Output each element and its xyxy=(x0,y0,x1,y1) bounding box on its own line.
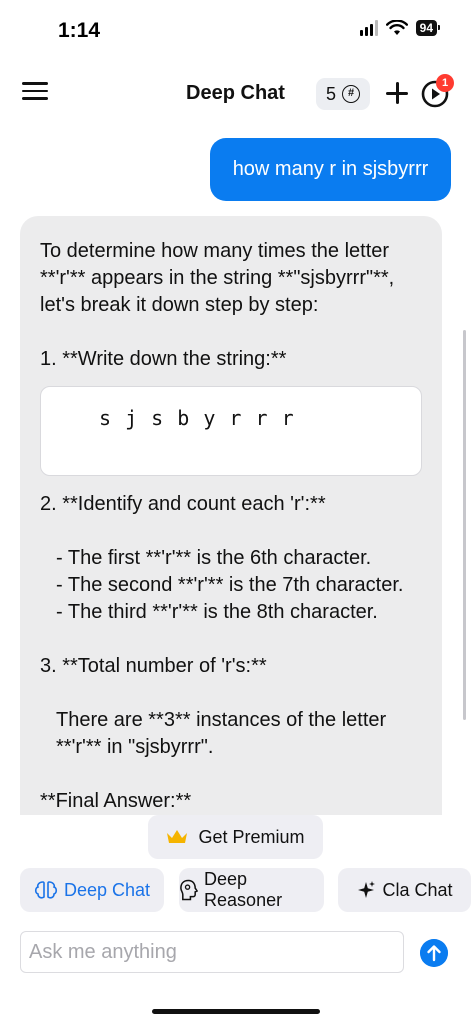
status-icons: 94 xyxy=(359,20,441,36)
code-text: s j s b y r r r xyxy=(99,406,295,430)
signal-icon xyxy=(359,20,378,36)
assistant-bullet-3: - The third **'r'** is the 8th character… xyxy=(56,601,378,623)
wifi-icon xyxy=(385,20,408,35)
assistant-step-2: 2. **Identify and count each 'r':** xyxy=(40,493,326,515)
mode-deep-chat-button[interactable]: Deep Chat xyxy=(20,868,164,912)
scrollbar[interactable] xyxy=(463,330,466,720)
app-header: Deep Chat 5 # 1 xyxy=(0,66,471,122)
assistant-intro: To determine how many times the letter *… xyxy=(40,240,400,316)
assistant-bullet-2: - The second **'r'** is the 7th characte… xyxy=(56,574,404,596)
hash-icon: # xyxy=(342,85,361,103)
assistant-message-bubble: To determine how many times the letter *… xyxy=(20,216,442,815)
assistant-final-answer: **Final Answer:** xyxy=(40,790,192,812)
message-input[interactable] xyxy=(20,931,404,973)
battery-indicator: 94 xyxy=(415,20,441,36)
code-block: s j s b y r r r xyxy=(40,386,422,476)
assistant-total: There are **3** instances of the letter … xyxy=(56,709,392,758)
user-message-text: how many r in sjsbyrrr xyxy=(232,158,429,180)
notification-badge: 1 xyxy=(436,74,454,92)
mode-cla-chat-button[interactable]: Cla Chat xyxy=(338,868,471,912)
send-button[interactable] xyxy=(420,939,448,967)
get-premium-label: Get Premium xyxy=(198,826,305,847)
user-message-bubble: how many r in sjsbyrrr xyxy=(210,138,451,201)
status-time: 1:14 xyxy=(58,19,101,42)
head-icon xyxy=(180,879,199,901)
mode-deep-reasoner-button[interactable]: Deep Reasoner xyxy=(179,868,324,912)
mode-cla-chat-label: Cla Chat xyxy=(382,879,453,900)
credits-count: 5 xyxy=(326,83,337,104)
menu-icon[interactable] xyxy=(22,82,48,102)
get-premium-button[interactable]: Get Premium xyxy=(148,815,323,859)
brain-icon xyxy=(34,881,58,899)
status-bar: 1:14 94 xyxy=(0,0,471,60)
new-chat-icon[interactable] xyxy=(384,80,410,106)
assistant-step-3: 3. **Total number of 'r's:** xyxy=(40,655,267,677)
assistant-step-1: 1. **Write down the string:** xyxy=(40,348,287,370)
mode-deep-reasoner-label: Deep Reasoner xyxy=(204,869,283,910)
sparkle-icon xyxy=(358,881,376,898)
mode-deep-chat-label: Deep Chat xyxy=(63,879,151,900)
crown-icon xyxy=(167,830,188,843)
home-indicator xyxy=(152,1009,320,1014)
credits-badge[interactable]: 5 # xyxy=(316,78,371,110)
assistant-bullet-1: - The first **'r'** is the 6th character… xyxy=(56,547,372,569)
